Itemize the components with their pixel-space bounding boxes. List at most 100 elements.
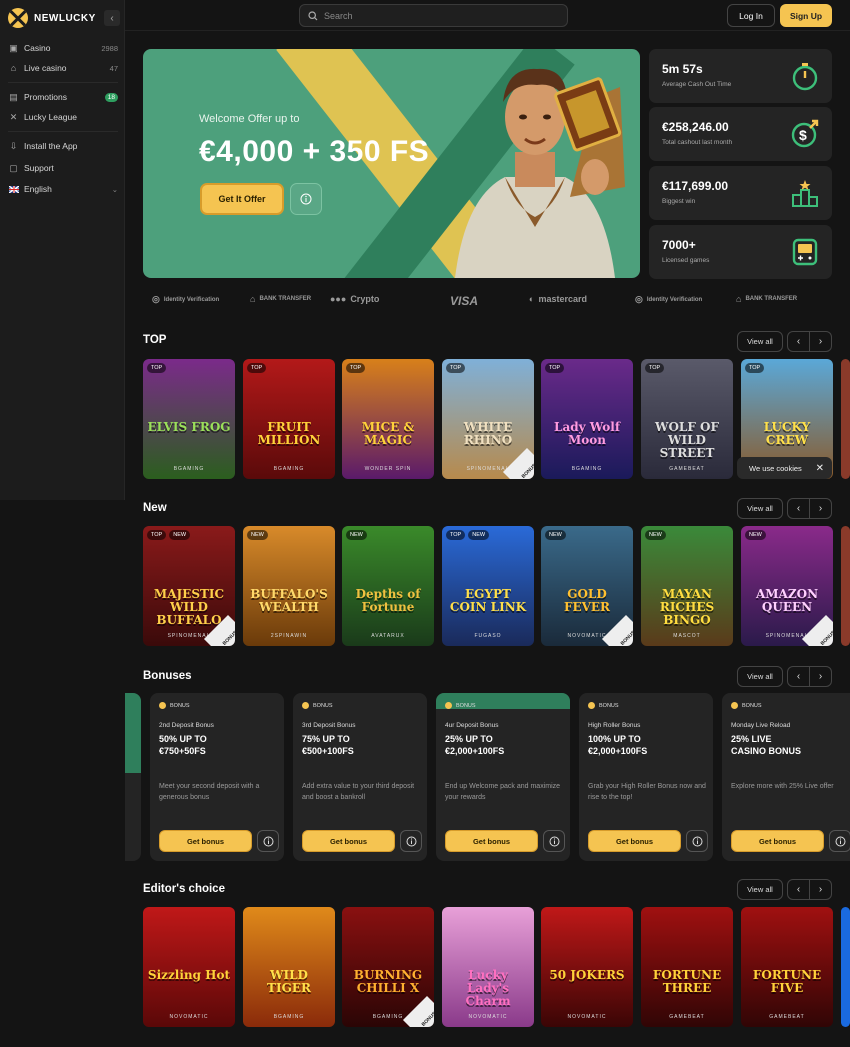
game-card[interactable]: FORTUNE THREE GAMEBEAT [641,907,733,1027]
signup-button[interactable]: Sign Up [780,4,832,27]
payment-logo: VISA [450,294,479,308]
game-card[interactable]: NEWAMAZON QUEENSPINOMENALBONUS BUY [741,526,833,646]
get-bonus-button[interactable]: Get bonus [302,830,395,852]
game-card[interactable]: TOPWHITE RHINOSPINOMENALBONUS BUY [442,359,534,479]
chevron-right-icon[interactable]: › [810,880,831,899]
game-provider: AVATARUX [371,633,405,639]
sidebar-item-casino[interactable]: ▣ Casino 2988 [8,40,118,56]
game-badge: NEW [545,530,566,540]
game-card[interactable]: TOP MICE & MAGIC WONDER SPIN [342,359,434,479]
view-all-editors-button[interactable]: View all [737,879,783,900]
sidebar-item-live-casino[interactable]: ⌂ Live casino 47 [8,60,118,76]
stat-value: 5m 57s [662,62,703,76]
game-card[interactable]: FORTUNE FIVE GAMEBEAT [741,907,833,1027]
chevron-left-icon[interactable]: ‹ [788,667,810,686]
game-title: MICE & MAGIC [361,420,415,447]
game-card-partial[interactable] [841,526,850,646]
game-card-partial[interactable] [841,907,850,1027]
close-icon[interactable]: ✕ [816,463,824,474]
logo[interactable]: NEWLUCKY [8,8,96,28]
hero-title: €4,000 + 350 FS [199,135,430,168]
game-card[interactable]: TOP ELVIS FROG BGAMING [143,359,235,479]
game-badge: TOP [446,530,466,540]
game-badge: TOP [247,363,267,373]
game-card[interactable]: BURNING CHILLI XBGAMINGBONUS BUY [342,907,434,1027]
bonus-info-button[interactable] [257,830,279,852]
bonus-headline-line1: 50% UP TO [159,734,207,744]
bonus-card[interactable]: BONUS 3rd Deposit Bonus 75% UP TO €500+10… [293,693,427,861]
bonus-info-button[interactable] [686,830,708,852]
game-card[interactable]: TOP Lady Wolf Moon BGAMING [541,359,633,479]
stat-value: €117,699.00 [662,179,729,193]
game-title: MAJESTIC WILD BUFFALO [153,587,225,627]
game-console-icon [792,238,818,266]
search-input[interactable]: Search [299,4,568,27]
gift-icon: ▤ [9,91,18,102]
chevron-right-icon[interactable]: › [810,667,831,686]
game-badge: TOP [645,363,665,373]
view-all-bonuses-button[interactable]: View all [737,666,783,687]
chevron-right-icon[interactable]: › [810,499,831,518]
sidebar-item-install-app[interactable]: ⇩ Install the App [8,138,118,154]
bonus-headline-line2: €750+50FS [159,746,206,756]
hero-banner[interactable]: Welcome Offer up to €4,000 + 350 FS Get … [143,49,640,278]
chevron-left-icon[interactable]: ‹ [788,499,810,518]
game-card[interactable]: NEW BUFFALO'S WEALTH 2SPINAWIN [243,526,335,646]
language-select[interactable]: English ⌄ [8,181,118,197]
payment-label: Identity Verification [163,296,220,303]
view-all-top-button[interactable]: View all [737,331,783,352]
sidebar-item-count: 47 [109,63,118,73]
get-bonus-button[interactable]: Get bonus [731,830,824,852]
carousel-nav-top: ‹ › [787,331,832,352]
game-card[interactable]: NEW Depths of Fortune AVATARUX [342,526,434,646]
game-badge: TOP [446,363,466,373]
bonus-card[interactable]: BONUS 2nd Deposit Bonus 50% UP TO €750+50… [150,693,284,861]
game-badges: TOP [745,363,765,373]
sidebar-item-count: 2988 [101,43,118,53]
game-card[interactable]: TOP FRUIT MILLION BGAMING [243,359,335,479]
sidebar-item-support[interactable]: ▢ Support [8,160,118,176]
view-all-new-button[interactable]: View all [737,498,783,519]
game-card[interactable]: Sizzling Hot NOVOMATIC [143,907,235,1027]
bonus-info-button[interactable] [400,830,422,852]
hero-info-button[interactable] [290,183,322,215]
bonus-card[interactable]: BONUS High Roller Bonus 100% UP TO €2,000… [579,693,713,861]
game-card[interactable]: TOP NEW MAJESTIC WILD BUFFALO SPINOMENAL BON… [143,526,235,646]
get-bonus-button[interactable]: Get bonus [588,830,681,852]
chevron-right-icon[interactable]: › [810,332,831,351]
cookie-banner: We use cookies ✕ [737,457,832,479]
game-provider: BGAMING [173,466,205,472]
bonus-info-button[interactable] [543,830,565,852]
game-card[interactable]: NEW MAYAN RICHES BINGO MASCOT [641,526,733,646]
chevron-left-icon[interactable]: ‹ [788,332,810,351]
get-offer-button[interactable]: Get It Offer [200,183,284,215]
chevron-left-icon[interactable]: ‹ [788,880,810,899]
game-card-partial[interactable] [841,359,850,479]
game-card[interactable]: 50 JOKERS NOVOMATIC [541,907,633,1027]
get-bonus-button[interactable]: Get bonus [159,830,252,852]
sidebar-item-label: Install the App [24,141,78,151]
get-bonus-button[interactable]: Get bonus [445,830,538,852]
game-card[interactable]: Lucky Lady's Charm NOVOMATIC [442,907,534,1027]
game-card[interactable]: TOP WOLF OF WILD STREET GAMEBEAT [641,359,733,479]
stat-label: Average Cash Out Time [662,81,732,88]
game-card[interactable]: TOP NEW EGYPT COIN LINK FUGASO [442,526,534,646]
game-card[interactable]: NEWGOLD FEVERNOVOMATICBONUS BUY [541,526,633,646]
game-title: Lucky Lady's Charm [465,968,511,1008]
bonus-card[interactable]: BONUS Monday Live Reload 25% LIVE CASINO … [722,693,850,861]
bonus-info-button[interactable] [829,830,850,852]
explorer-character-image [455,68,625,278]
collapse-sidebar-button[interactable]: ‹ [104,10,120,26]
game-card[interactable]: WILD TIGER BGAMING [243,907,335,1027]
info-icon [406,836,416,846]
sidebar-item-lucky-league[interactable]: ✕ Lucky League [8,109,118,125]
login-button[interactable]: Log In [727,4,775,27]
bonus-card[interactable]: BONUS 4ur Deposit Bonus 25% UP TO €2,000+… [436,693,570,861]
bonus-description: Add extra value to your third deposit an… [302,783,415,801]
sidebar-item-promotions[interactable]: ▤ Promotions 18 [8,89,118,105]
stat-card-biggest-win: €117,699.00 Biggest win [649,166,832,220]
bonus-headline: 100% UP TO €2,000+100FS [588,733,647,757]
bonus-tag: BONUS [445,702,476,709]
game-badges: TOP NEW [446,530,490,540]
game-provider: NOVOMATIC [567,1014,607,1020]
